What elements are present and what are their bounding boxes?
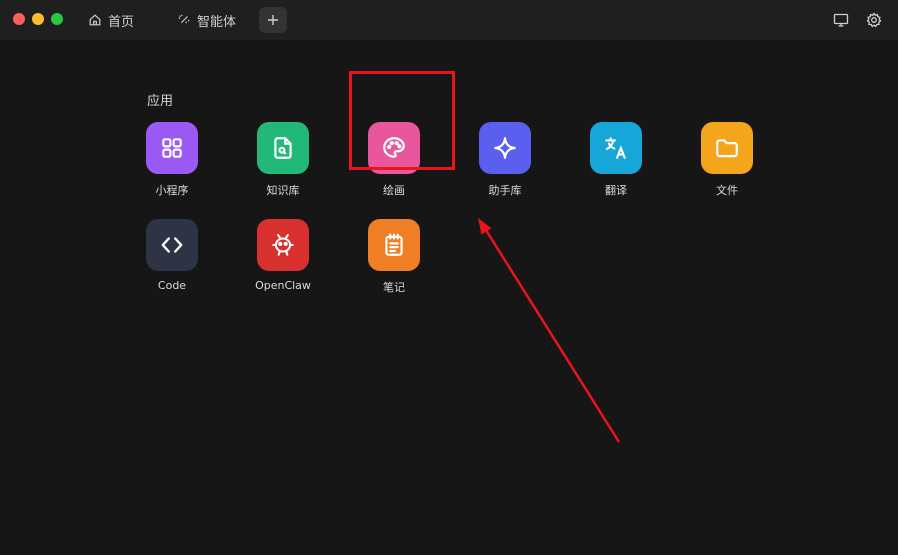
annotation-arrow <box>478 218 621 443</box>
